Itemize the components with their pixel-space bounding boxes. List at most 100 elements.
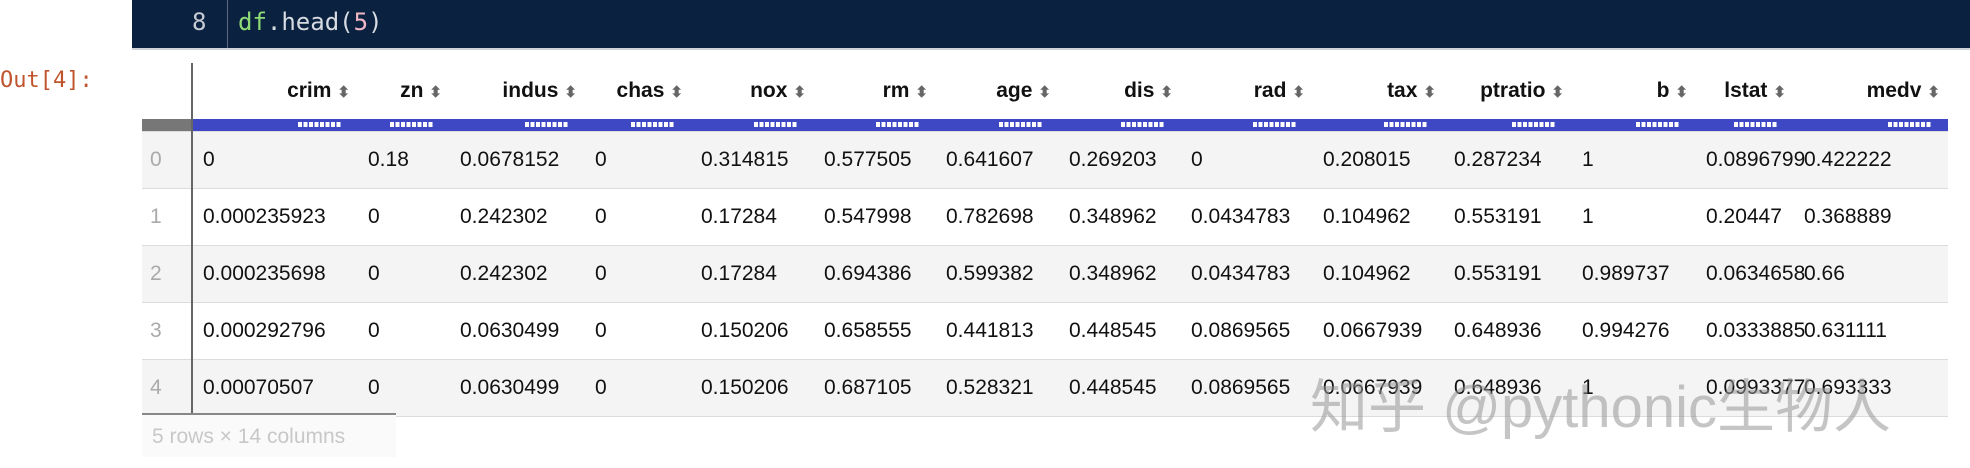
sort-icon[interactable]: ⬍	[1038, 84, 1051, 101]
sort-icon[interactable]: ⬍	[337, 84, 350, 101]
sort-icon[interactable]: ⬍	[1423, 84, 1436, 101]
cell-chas: 0	[585, 245, 691, 303]
column-filter-nox[interactable]	[691, 119, 814, 132]
column-label: age	[996, 79, 1033, 102]
column-filter-b[interactable]	[1572, 119, 1696, 132]
filter-handle-icon[interactable]	[1636, 122, 1680, 127]
column-filter-ptratio[interactable]	[1444, 119, 1572, 132]
cell-rad: 0.0869565	[1181, 359, 1313, 417]
cell-lstat: 0.0896799	[1696, 131, 1805, 189]
filter-handle-icon[interactable]	[1734, 122, 1778, 127]
cell-age: 0.441813	[936, 302, 1059, 360]
column-header-rm[interactable]: rm ⬍	[814, 63, 936, 119]
column-filter-indus[interactable]	[450, 119, 585, 132]
column-header-b[interactable]: b ⬍	[1572, 63, 1696, 119]
column-filter-zn[interactable]	[358, 119, 450, 132]
cell-rad: 0.0434783	[1181, 188, 1313, 246]
table-row: 3 0.000292796 0 0.0630499 0 0.150206 0.658555 0…	[142, 302, 1948, 360]
code-method: .head(	[266, 8, 354, 36]
cell-rad: 0	[1181, 131, 1313, 189]
column-filter-age[interactable]	[936, 119, 1059, 132]
cell-lstat: 0.0333885	[1696, 302, 1805, 360]
filter-handle-icon[interactable]	[999, 122, 1043, 127]
cell-dis: 0.448545	[1059, 302, 1181, 360]
sort-icon[interactable]: ⬍	[1675, 84, 1688, 101]
cell-crim: 0.000235923	[192, 188, 358, 246]
column-header-chas[interactable]: chas ⬍	[585, 63, 691, 119]
column-label: zn	[400, 79, 424, 102]
column-label: crim	[287, 79, 332, 102]
column-filter-crim[interactable]	[192, 119, 358, 132]
filter-handle-icon[interactable]	[1384, 122, 1428, 127]
cell-indus: 0.0678152	[450, 131, 585, 189]
cell-b: 1	[1572, 131, 1696, 189]
table-footer: 5 rows × 14 columns	[142, 413, 396, 457]
cell-zn: 0	[358, 188, 450, 246]
column-header-indus[interactable]: indus ⬍	[450, 63, 585, 119]
filter-handle-icon[interactable]	[631, 122, 675, 127]
filter-handle-icon[interactable]	[754, 122, 798, 127]
column-filter-rad[interactable]	[1181, 119, 1313, 132]
row-index: 4	[142, 359, 193, 417]
cell-nox: 0.150206	[691, 359, 814, 417]
sort-icon[interactable]: ⬍	[1551, 84, 1564, 101]
sort-icon[interactable]: ⬍	[1773, 84, 1786, 101]
column-filter-medv[interactable]	[1794, 119, 1948, 132]
filter-handle-icon[interactable]	[1253, 122, 1297, 127]
row-index: 0	[142, 131, 193, 189]
filter-handle-icon[interactable]	[1121, 122, 1165, 127]
column-header-nox[interactable]: nox ⬍	[691, 63, 814, 119]
output-prompt: Out[4]:	[0, 68, 93, 93]
cell-tax: 0.104962	[1313, 245, 1444, 303]
cell-tax: 0.104962	[1313, 188, 1444, 246]
cell-chas: 0	[585, 131, 691, 189]
column-header-tax[interactable]: tax ⬍	[1313, 63, 1444, 119]
sort-icon[interactable]: ⬍	[915, 84, 928, 101]
column-header-crim[interactable]: crim ⬍	[192, 63, 358, 119]
code-cell[interactable]: 8 df.head(5)	[132, 0, 1970, 50]
filter-handle-icon[interactable]	[390, 122, 434, 127]
code-object: df	[238, 8, 267, 36]
column-header-medv[interactable]: medv ⬍	[1794, 63, 1948, 119]
cell-chas: 0	[585, 359, 691, 417]
column-filter-rm[interactable]	[814, 119, 936, 132]
cell-dis: 0.348962	[1059, 188, 1181, 246]
sort-icon[interactable]: ⬍	[1160, 84, 1173, 101]
sort-icon[interactable]: ⬍	[1292, 84, 1305, 101]
header-row: crim ⬍ zn ⬍ indus ⬍ chas ⬍ nox ⬍ rm ⬍ age ⬍ dis ⬍ rad ⬍ ta…	[142, 63, 1948, 119]
column-label: ptratio	[1480, 79, 1546, 102]
column-header-zn[interactable]: zn ⬍	[358, 63, 450, 119]
sort-icon[interactable]: ⬍	[1927, 84, 1940, 101]
column-header-dis[interactable]: dis ⬍	[1059, 63, 1181, 119]
column-header-age[interactable]: age ⬍	[936, 63, 1059, 119]
cell-rad: 0.0434783	[1181, 245, 1313, 303]
cell-ptratio: 0.287234	[1444, 131, 1572, 189]
cell-lstat: 0.20447	[1696, 188, 1794, 246]
column-header-ptratio[interactable]: ptratio ⬍	[1444, 63, 1572, 119]
filter-handle-icon[interactable]	[298, 122, 342, 127]
sort-icon[interactable]: ⬍	[564, 84, 577, 101]
sort-icon[interactable]: ⬍	[670, 84, 683, 101]
cell-nox: 0.17284	[691, 245, 814, 303]
filter-handle-icon[interactable]	[1512, 122, 1556, 127]
column-label: rm	[882, 79, 910, 102]
cell-tax: 0.0667939	[1313, 302, 1444, 360]
column-header-rad[interactable]: rad ⬍	[1181, 63, 1313, 119]
cell-age: 0.641607	[936, 131, 1059, 189]
filter-handle-icon[interactable]	[1888, 122, 1932, 127]
column-label: lstat	[1724, 79, 1768, 102]
filter-handle-icon[interactable]	[525, 122, 569, 127]
column-filter-dis[interactable]	[1059, 119, 1181, 132]
cell-nox: 0.314815	[691, 131, 814, 189]
cell-indus: 0.242302	[450, 188, 585, 246]
sort-icon[interactable]: ⬍	[429, 84, 442, 101]
cell-rad: 0.0869565	[1181, 302, 1313, 360]
column-filter-lstat[interactable]	[1696, 119, 1794, 132]
cell-rm: 0.658555	[814, 302, 936, 360]
filter-handle-icon[interactable]	[876, 122, 920, 127]
sort-icon[interactable]: ⬍	[793, 84, 806, 101]
code-line[interactable]: df.head(5)	[238, 8, 383, 36]
column-filter-tax[interactable]	[1313, 119, 1444, 132]
column-filter-chas[interactable]	[585, 119, 691, 132]
column-header-lstat[interactable]: lstat ⬍	[1696, 63, 1794, 119]
